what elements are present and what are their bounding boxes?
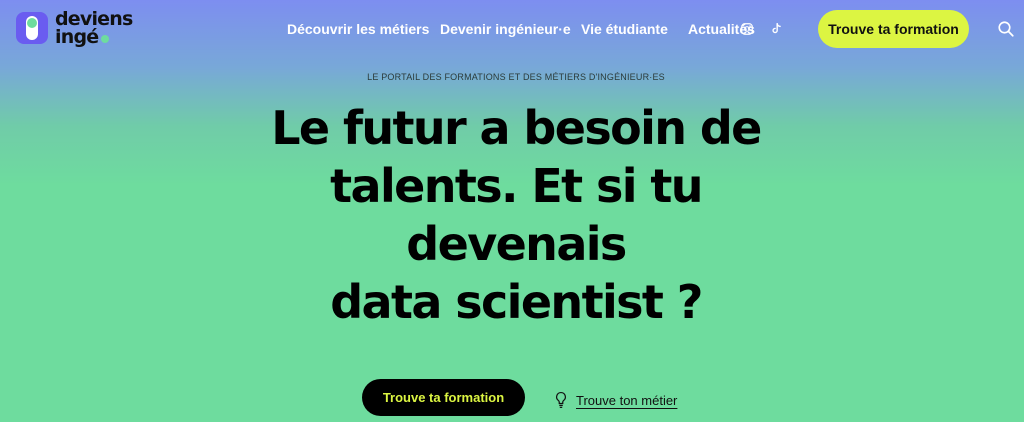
find-job-link-group[interactable]: Trouve ton métier bbox=[554, 391, 677, 409]
headline-line: Le futur a besoin de bbox=[271, 101, 762, 155]
headline-line: talents. Et si tu bbox=[330, 159, 703, 213]
hero-find-training-button[interactable]: Trouve ta formation bbox=[362, 379, 525, 416]
instagram-icon[interactable] bbox=[740, 22, 754, 36]
nav-link-vie-etudiante[interactable]: Vie étudiante bbox=[581, 20, 668, 38]
nav-link-devenir-ingenieur[interactable]: Devenir ingénieur·e bbox=[440, 20, 571, 38]
find-job-link[interactable]: Trouve ton métier bbox=[576, 393, 677, 408]
hero-headline: Le futur a besoin de talents. Et si tu d… bbox=[0, 99, 1024, 331]
headline-line: devenais bbox=[406, 217, 627, 271]
nav-link-metiers[interactable]: Découvrir les métiers bbox=[287, 20, 429, 38]
tiktok-icon[interactable] bbox=[769, 22, 783, 36]
hero-kicker: LE PORTAIL DES FORMATIONS ET DES MÉTIERS… bbox=[367, 72, 665, 82]
find-training-button[interactable]: Trouve ta formation bbox=[818, 10, 969, 48]
headline-line: data scientist ? bbox=[330, 275, 703, 329]
lightbulb-icon bbox=[556, 391, 566, 408]
search-icon[interactable] bbox=[997, 20, 1015, 38]
